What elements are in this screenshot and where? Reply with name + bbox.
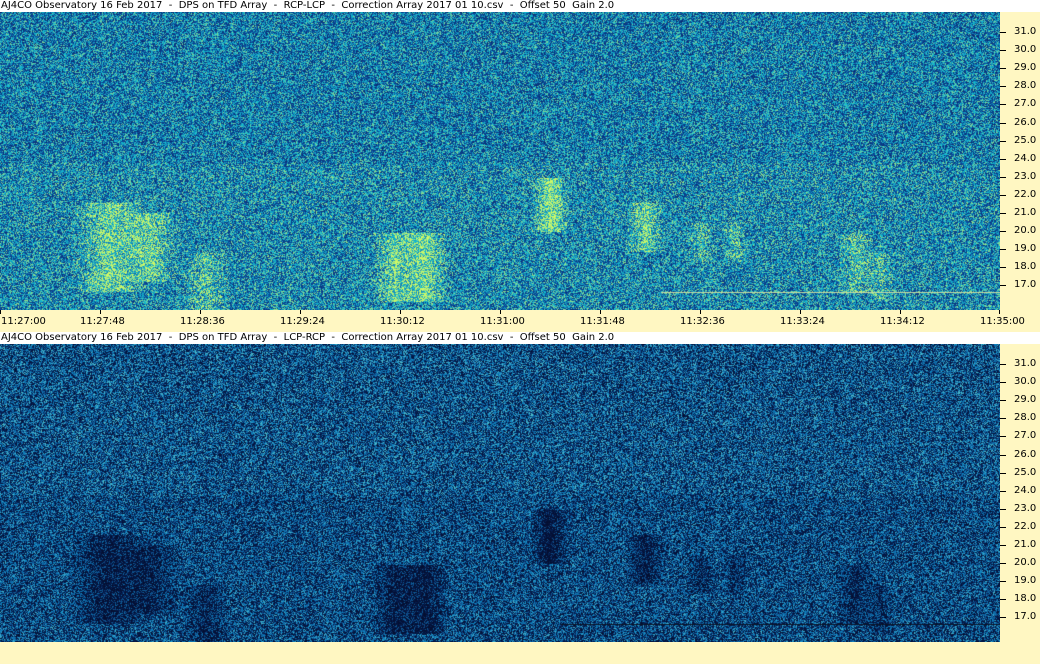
y-tick-label: 20.0 [1014, 225, 1037, 237]
y-tick [1000, 194, 1006, 196]
spectrogram-panel-lcp-rcp: AJ4CO Observatory 16 Feb 2017 - DPS on T… [0, 332, 1040, 642]
x-tick [0, 310, 1, 314]
x-tick [700, 310, 701, 314]
x-tick [300, 310, 301, 314]
spectrogram-image [0, 12, 1000, 310]
y-tick [1000, 599, 1006, 601]
x-tick-label: 11:27:00 [1, 316, 46, 327]
y-tick-label: 22.0 [1014, 188, 1037, 200]
y-tick-label: 31.0 [1014, 26, 1037, 37]
y-tick [1000, 231, 1006, 233]
x-tick-label: 11:27:48 [80, 316, 125, 327]
y-tick-label: 18.0 [1014, 593, 1037, 605]
y-tick-label: 25.0 [1014, 466, 1037, 478]
y-tick [1000, 267, 1006, 269]
y-tick-label: 29.0 [1014, 394, 1037, 406]
y-tick [1000, 122, 1006, 124]
y-tick-label: 27.0 [1014, 430, 1037, 442]
x-tick [500, 310, 501, 314]
time-axis: 11:27:00 11:27:48 11:28:36 11:29:24 11:30:12… [0, 310, 1040, 332]
y-tick [1000, 86, 1006, 88]
y-tick-label: 24.0 [1014, 484, 1037, 496]
x-tick-label: 11:32:36 [680, 316, 725, 327]
frequency-axis: 31.0 30.0 29.0 28.0 27.0 26.0 25.0 24.0 23.0 22.0… [1000, 12, 1040, 310]
y-tick [1000, 68, 1006, 70]
y-tick-label: 26.0 [1014, 116, 1037, 128]
x-tick [800, 310, 801, 314]
x-tick [200, 310, 201, 314]
spectrogram-image [0, 344, 1000, 642]
y-tick-label: 28.0 [1014, 80, 1037, 92]
y-tick [1000, 213, 1006, 214]
y-tick [1000, 140, 1006, 142]
x-tick [600, 310, 601, 314]
y-tick [1000, 400, 1006, 402]
y-tick [1000, 104, 1006, 106]
y-tick-label: 27.0 [1014, 98, 1037, 110]
x-tick-label: 11:28:36 [180, 316, 225, 327]
y-tick-label: 20.0 [1014, 557, 1037, 569]
spectrogram-panel-rcp-lcp: AJ4CO Observatory 16 Feb 2017 - DPS on T… [0, 0, 1040, 310]
x-tick [100, 310, 101, 314]
x-tick-label: 11:31:48 [580, 316, 625, 327]
y-tick-label: 23.0 [1014, 170, 1037, 182]
x-tick [900, 310, 901, 314]
y-tick-label: 17.0 [1014, 611, 1037, 623]
y-tick-label: 19.0 [1014, 575, 1037, 587]
y-tick [1000, 32, 1006, 33]
x-tick [999, 310, 1000, 314]
y-tick-label: 22.0 [1014, 520, 1037, 532]
y-tick [1000, 364, 1006, 365]
y-tick-label: 26.0 [1014, 448, 1037, 460]
y-tick [1000, 249, 1006, 251]
y-tick [1000, 382, 1006, 384]
y-tick [1000, 508, 1006, 510]
x-tick-label: 11:35:00 [980, 316, 1025, 327]
frequency-axis: 31.0 30.0 29.0 28.0 27.0 26.0 25.0 24.0 23.0 22.0… [1000, 344, 1040, 642]
x-tick [400, 310, 401, 314]
x-tick-label: 11:31:00 [480, 316, 525, 327]
y-tick-label: 28.0 [1014, 412, 1037, 424]
y-tick-label: 19.0 [1014, 243, 1037, 255]
y-tick [1000, 418, 1006, 420]
y-tick [1000, 563, 1006, 565]
y-tick-label: 24.0 [1014, 152, 1037, 164]
y-tick-label: 17.0 [1014, 279, 1037, 291]
y-tick-label: 21.0 [1014, 539, 1037, 550]
bottom-strip [0, 642, 1040, 664]
x-tick-label: 11:33:24 [780, 316, 825, 327]
y-tick-label: 18.0 [1014, 261, 1037, 273]
y-tick-label: 25.0 [1014, 134, 1037, 146]
x-tick-label: 11:29:24 [280, 316, 325, 327]
y-tick [1000, 50, 1006, 52]
y-tick-label: 23.0 [1014, 502, 1037, 514]
y-tick [1000, 472, 1006, 474]
y-tick-label: 29.0 [1014, 62, 1037, 74]
y-tick-label: 30.0 [1014, 376, 1037, 388]
panel-title: AJ4CO Observatory 16 Feb 2017 - DPS on T… [0, 332, 615, 344]
y-tick [1000, 158, 1006, 160]
y-tick [1000, 545, 1006, 546]
y-tick-label: 31.0 [1014, 358, 1037, 369]
y-tick [1000, 436, 1006, 438]
y-tick-label: 21.0 [1014, 207, 1037, 218]
y-tick [1000, 581, 1006, 583]
x-tick-label: 11:30:12 [380, 316, 425, 327]
y-tick [1000, 285, 1006, 287]
y-tick [1000, 454, 1006, 456]
y-tick [1000, 526, 1006, 528]
x-tick-label: 11:34:12 [880, 316, 925, 327]
y-tick [1000, 490, 1006, 492]
y-tick-label: 30.0 [1014, 44, 1037, 56]
panel-title: AJ4CO Observatory 16 Feb 2017 - DPS on T… [0, 0, 615, 12]
y-tick [1000, 176, 1006, 178]
y-tick [1000, 617, 1006, 619]
